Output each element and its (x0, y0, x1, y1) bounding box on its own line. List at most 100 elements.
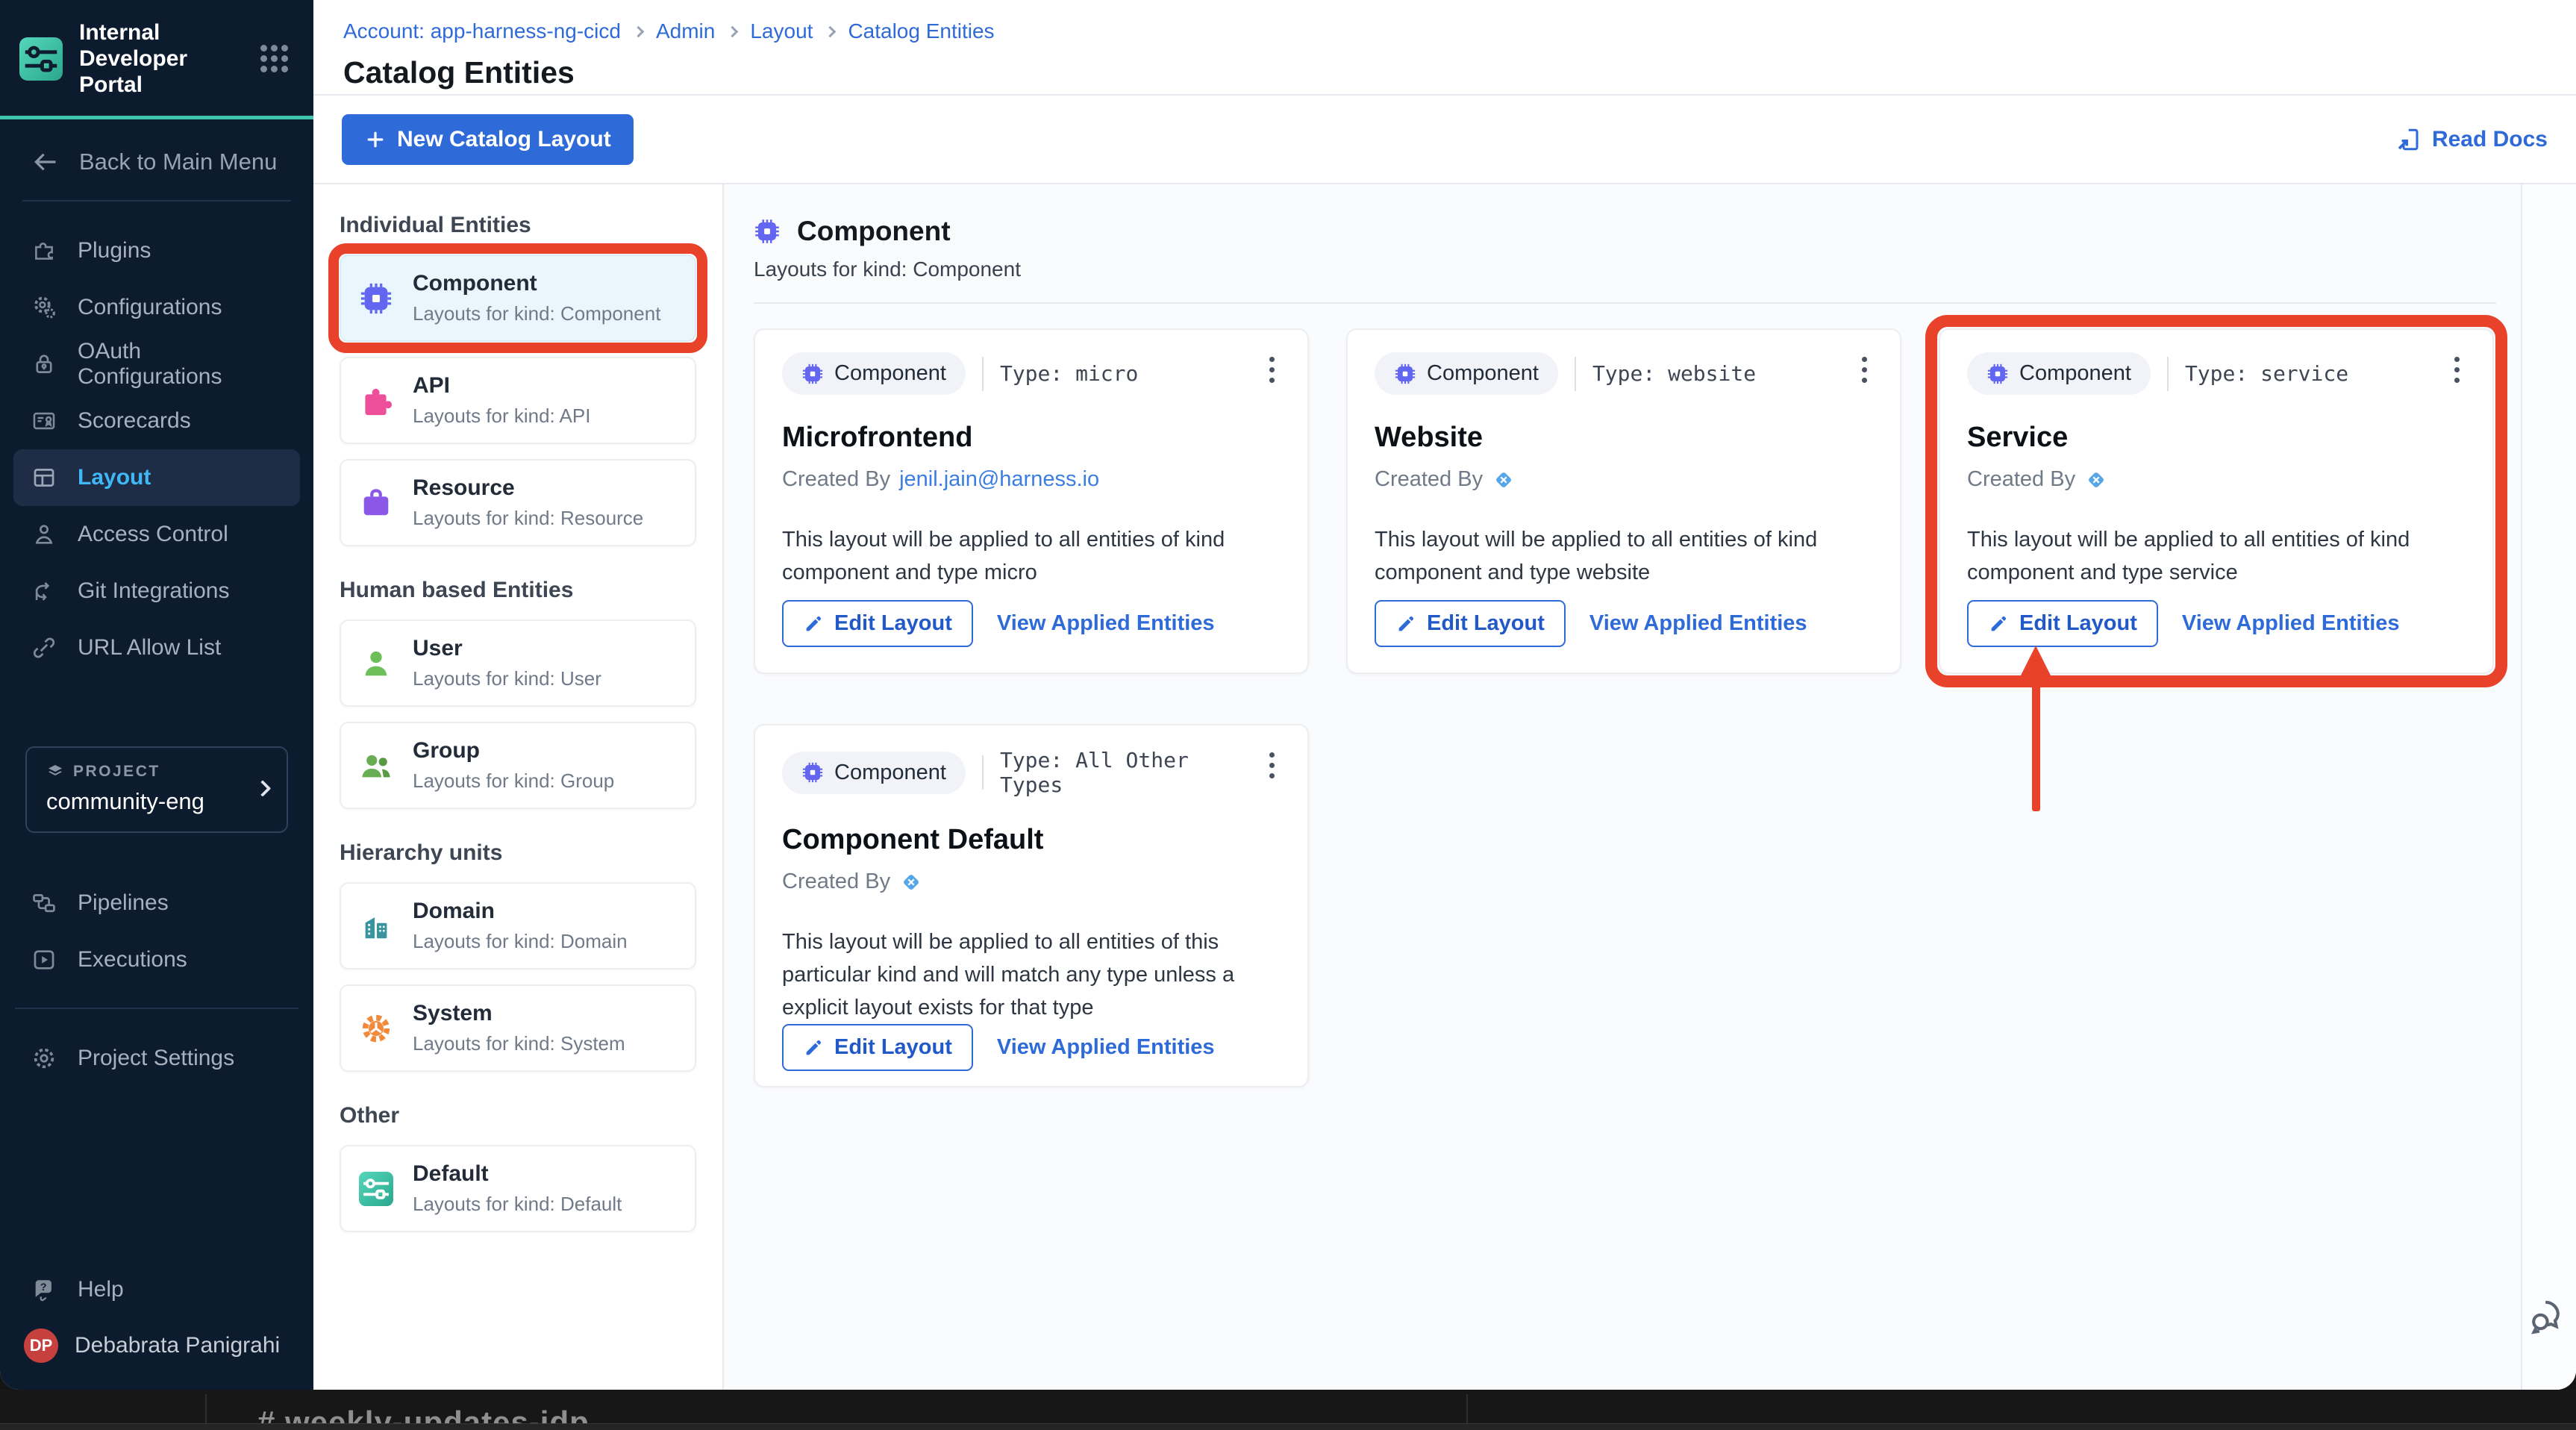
sidebar-item-configurations[interactable]: Configurations (13, 279, 300, 336)
entity-item-resource[interactable]: Resource Layouts for kind: Resource (340, 459, 696, 546)
entity-kind-panel: Individual Entities Component Layouts fo… (313, 184, 724, 1390)
group-icon (362, 755, 390, 777)
sidebar-item-executions[interactable]: Executions (13, 931, 300, 988)
idp-logo-icon (19, 37, 63, 81)
avatar: DP (24, 1328, 58, 1363)
kebab-menu[interactable] (1856, 352, 1873, 387)
edit-layout-button[interactable]: Edit Layout (1967, 600, 2158, 647)
view-applied-entities-link[interactable]: View Applied Entities (997, 611, 1215, 636)
view-applied-entities-link[interactable]: View Applied Entities (2182, 611, 2400, 636)
entity-desc: Layouts for kind: Resource (413, 507, 644, 529)
layout-card-component-default: Component Type: All Other Types Componen… (754, 724, 1309, 1087)
view-applied-entities-link[interactable]: View Applied Entities (997, 1035, 1215, 1060)
chevron-right-icon (632, 25, 645, 37)
executions-icon (34, 950, 54, 970)
project-nav: Pipelines Executions (0, 854, 313, 988)
sidebar-item-help[interactable]: ? Help (13, 1261, 300, 1318)
type-label: Type: service (2184, 361, 2349, 386)
main-column: Account: app-harness-ng-cicd Admin Layou… (313, 0, 2576, 1390)
edit-layout-button[interactable]: Edit Layout (782, 600, 973, 647)
created-by-row: Created By (1375, 467, 1873, 492)
sidebar-item-git-integrations[interactable]: Git Integrations (13, 563, 300, 619)
harness-logo-icon (1496, 472, 1512, 487)
sidebar-item-pipelines[interactable]: Pipelines (13, 875, 300, 931)
entity-name: Domain (413, 899, 495, 923)
component-chip-icon (1395, 363, 1416, 384)
entity-item-component[interactable]: Component Layouts for kind: Component (328, 243, 707, 353)
chevron-right-icon (727, 25, 739, 37)
badge-label: Component (1427, 361, 1539, 385)
back-label: Back to Main Menu (79, 149, 278, 175)
type-label: Type: All Other Types (999, 748, 1189, 797)
kind-badge: Component (1375, 352, 1558, 395)
layers-icon (49, 765, 62, 775)
sidebar-item-oauth-configurations[interactable]: OAuth Configurations (13, 336, 300, 393)
breadcrumb-catalog-entities[interactable]: Catalog Entities (848, 19, 994, 43)
new-catalog-layout-button[interactable]: New Catalog Layout (342, 113, 634, 165)
badge-label: Component (834, 361, 946, 385)
entity-item-api[interactable]: API Layouts for kind: API (340, 357, 696, 444)
pencil-icon (1398, 616, 1414, 631)
component-chip-icon (1987, 363, 2008, 384)
pencil-icon (1991, 616, 2007, 631)
feedback-chat-button[interactable] (2527, 1294, 2571, 1337)
entity-item-group[interactable]: Group Layouts for kind: Group (340, 722, 696, 809)
back-to-main-menu[interactable]: Back to Main Menu (0, 119, 313, 200)
breadcrumb-layout[interactable]: Layout (750, 19, 813, 43)
kebab-menu[interactable] (1263, 748, 1281, 783)
created-by-label: Created By (782, 467, 891, 491)
kind-header: Component (754, 216, 2496, 247)
nav-label: Pipelines (78, 890, 169, 915)
entity-name: Resource (413, 475, 515, 500)
component-chip-icon (755, 219, 779, 243)
read-docs-label: Read Docs (2431, 126, 2548, 152)
entity-item-domain[interactable]: Domain Layouts for kind: Domain (340, 882, 696, 970)
created-by-label: Created By (1967, 467, 2076, 491)
created-by-row: Created By jenil.jain@harness.io (782, 467, 1281, 492)
view-applied-entities-link[interactable]: View Applied Entities (1589, 611, 1807, 636)
doc-arrow-icon (2398, 128, 2419, 150)
sidebar-item-url-allow-list[interactable]: URL Allow List (13, 619, 300, 676)
entity-item-system[interactable]: System Layouts for kind: System (340, 984, 696, 1072)
breadcrumb-admin[interactable]: Admin (656, 19, 715, 43)
sidebar-item-access-control[interactable]: Access Control (13, 506, 300, 563)
read-docs-link[interactable]: Read Docs (2395, 126, 2548, 153)
sidebar-item-scorecards[interactable]: Scorecards (13, 393, 300, 449)
entity-item-default[interactable]: Default Layouts for kind: Default (340, 1145, 696, 1232)
creator-email-link[interactable]: jenil.jain@harness.io (899, 467, 1099, 492)
entity-item-user[interactable]: User Layouts for kind: User (340, 619, 696, 707)
sidebar-item-project-settings[interactable]: Project Settings (13, 1030, 300, 1087)
kebab-menu[interactable] (2448, 352, 2466, 387)
layout-card-microfrontend: Component Type: micro Microfrontend Crea… (754, 328, 1309, 674)
layout-card-service: Component Type: service Service Created … (1925, 315, 2507, 687)
user-name: Debabrata Panigrahi (75, 1333, 281, 1358)
person-icon (35, 525, 53, 544)
kebab-menu[interactable] (1263, 352, 1281, 387)
nav-label: URL Allow List (78, 635, 222, 660)
sidebar-item-plugins[interactable]: Plugins (13, 222, 300, 279)
card-top-row: Component Type: All Other Types (782, 748, 1281, 797)
system-gear-icon (362, 1014, 390, 1042)
layout-description: This layout will be applied to all entit… (782, 930, 1235, 1020)
app-switcher-icon[interactable] (260, 45, 288, 72)
section-divider (754, 302, 2496, 304)
sidebar: Internal Developer Portal Back to Main M… (0, 0, 313, 1390)
breadcrumb-account[interactable]: Account: app-harness-ng-cicd (343, 19, 621, 43)
right-rail (2521, 184, 2576, 1390)
entity-desc: Layouts for kind: Default (413, 1193, 622, 1215)
section-heading: Human based Entities (340, 578, 574, 602)
project-selector[interactable]: PROJECT community-eng (25, 746, 288, 833)
background-bottom-bar (0, 1423, 2576, 1430)
layout-cards-grid: Component Type: micro Microfrontend Crea… (754, 315, 2507, 1087)
layout-card-website: Component Type: website Website Created … (1346, 328, 1901, 674)
edit-layout-label: Edit Layout (834, 1035, 952, 1060)
nav-label: Executions (78, 947, 187, 972)
link-icon (33, 637, 55, 658)
edit-layout-button[interactable]: Edit Layout (1375, 600, 1566, 647)
edit-layout-button[interactable]: Edit Layout (782, 1024, 973, 1072)
edit-layout-label: Edit Layout (1427, 611, 1545, 635)
entity-desc: Layouts for kind: System (413, 1032, 625, 1055)
sidebar-item-layout[interactable]: Layout (13, 449, 300, 506)
user-menu[interactable]: DP Debabrata Panigrahi (13, 1318, 300, 1376)
git-branch-icon (35, 582, 50, 601)
